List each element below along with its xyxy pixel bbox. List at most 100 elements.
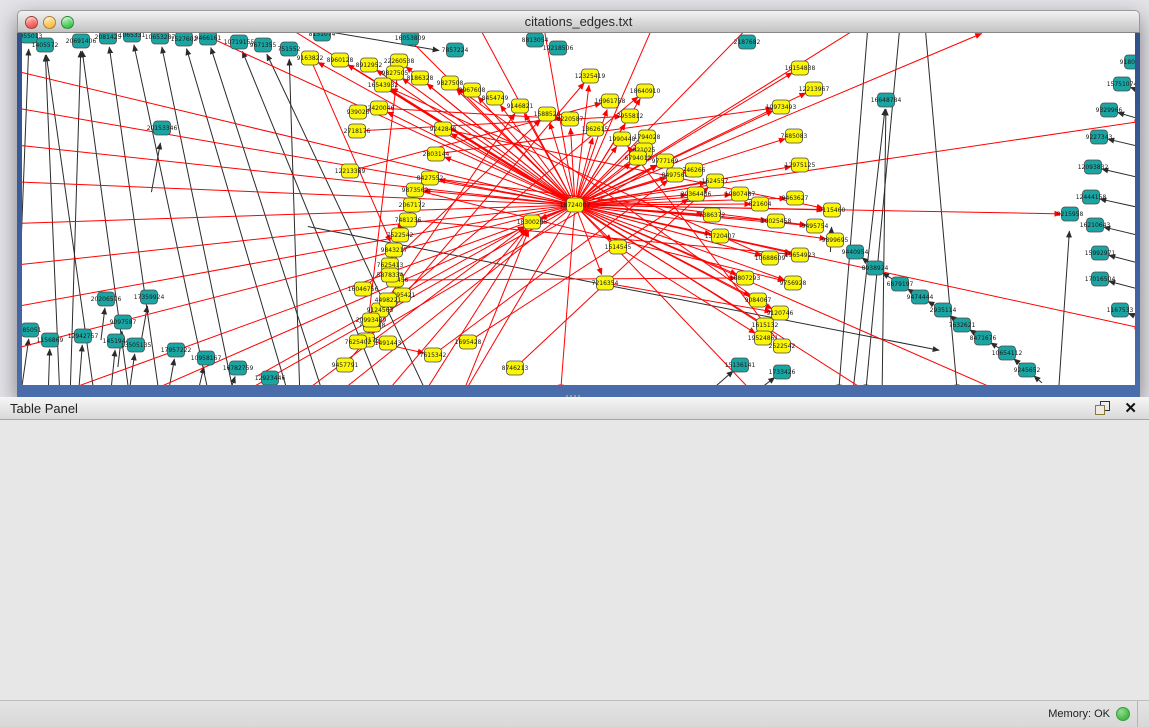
network-node[interactable]: 7386372 xyxy=(699,208,726,222)
network-node[interactable]: 821604 xyxy=(749,197,772,211)
network-node[interactable]: 1167533 xyxy=(1107,303,1134,317)
close-window-icon[interactable] xyxy=(25,16,38,29)
network-node[interactable]: 8912952 xyxy=(356,58,383,72)
network-node[interactable]: 12213389 xyxy=(335,164,366,178)
network-edge xyxy=(576,85,589,197)
network-node[interactable]: 10654112 xyxy=(992,346,1023,360)
network-node[interactable]: 7857224 xyxy=(442,43,469,57)
network-node[interactable]: 9463627 xyxy=(782,191,809,205)
network-node[interactable]: 16154838 xyxy=(785,61,816,75)
network-node[interactable]: 8131074 xyxy=(309,33,336,41)
network-node[interactable]: 16046756 xyxy=(348,282,379,296)
svg-text:7625402: 7625402 xyxy=(345,339,372,346)
network-node[interactable]: 9180224 xyxy=(1120,55,1135,69)
network-node[interactable]: 1695428 xyxy=(455,335,482,349)
network-node[interactable]: 9227343 xyxy=(1086,130,1113,144)
network-node[interactable]: 8746213 xyxy=(502,361,529,375)
svg-text:8427552: 8427552 xyxy=(417,175,444,182)
network-node[interactable]: 8454749 xyxy=(482,91,509,105)
svg-text:9180224: 9180224 xyxy=(1120,59,1135,66)
zoom-window-icon[interactable] xyxy=(61,16,74,29)
network-node[interactable]: 7485083 xyxy=(781,129,808,143)
svg-text:9115460: 9115460 xyxy=(819,207,846,214)
network-node[interactable]: 585051 xyxy=(22,323,42,337)
network-node[interactable]: 1156869 xyxy=(37,333,64,347)
network-node[interactable]: 7216354 xyxy=(592,276,619,290)
network-node[interactable]: 9329966 xyxy=(1096,103,1123,117)
close-panel-icon[interactable]: ✕ xyxy=(1124,401,1137,416)
network-edge xyxy=(101,308,105,340)
network-node[interactable]: 15751074 xyxy=(1107,77,1135,91)
minimize-window-icon[interactable] xyxy=(43,16,56,29)
network-node[interactable]: 9457791 xyxy=(332,358,359,372)
network-node[interactable]: 7615342 xyxy=(420,348,447,362)
network-frame: 2055013140557220691406208142510653311065… xyxy=(17,33,1140,397)
network-node[interactable]: 6879197 xyxy=(887,277,914,291)
network-node[interactable]: 10025458 xyxy=(761,214,792,228)
network-node[interactable]: 16210643 xyxy=(1080,218,1111,232)
network-node[interactable]: 8471676 xyxy=(970,331,997,345)
network-canvas[interactable]: 2055013140557220691406208142510653311065… xyxy=(22,33,1135,385)
network-node[interactable]: 9245652 xyxy=(1014,363,1041,377)
network-node[interactable]: 939026 xyxy=(347,105,370,119)
network-node[interactable]: 2718176 xyxy=(344,124,371,138)
network-node[interactable]: 9495754 xyxy=(802,219,829,233)
network-node[interactable]: 9115460 xyxy=(819,203,846,217)
network-node[interactable]: 16053809 xyxy=(395,33,426,45)
network-node[interactable]: 2803144 xyxy=(423,147,450,161)
network-edge xyxy=(111,350,115,385)
network-node[interactable]: 746266 xyxy=(683,163,706,177)
network-node[interactable]: 15136141 xyxy=(725,358,756,372)
network-node[interactable]: 16648784 xyxy=(871,93,902,107)
svg-text:9474444: 9474444 xyxy=(907,294,934,301)
status-bar: Memory: OK xyxy=(0,700,1149,727)
network-node[interactable]: 10958167 xyxy=(191,351,222,365)
network-node[interactable]: 1794028 xyxy=(634,130,661,144)
network-node[interactable]: 9097587 xyxy=(110,315,137,329)
network-node[interactable]: 19654923 xyxy=(785,248,816,262)
network-node[interactable]: 7481236 xyxy=(395,213,422,227)
svg-text:9777169: 9777169 xyxy=(652,158,679,165)
network-node[interactable]: 18640910 xyxy=(630,84,661,98)
network-node[interactable]: 7522542 xyxy=(387,228,414,242)
network-view-window: citations_edges.txt 20550131405572206914… xyxy=(17,10,1140,397)
network-node[interactable]: 12444158 xyxy=(1076,190,1107,204)
network-node[interactable]: 9440954 xyxy=(842,245,869,259)
cytoscape-app: citations_edges.txt 20550131405572206914… xyxy=(0,0,1149,727)
network-node[interactable]: 8215958 xyxy=(1057,207,1084,221)
network-node[interactable]: 9146821 xyxy=(507,99,534,113)
network-node[interactable]: 9466161 xyxy=(195,33,222,45)
svg-text:18807293: 18807293 xyxy=(730,275,761,282)
window-titlebar[interactable]: citations_edges.txt xyxy=(17,10,1140,33)
float-panel-icon[interactable] xyxy=(1095,401,1110,416)
svg-text:9495754: 9495754 xyxy=(802,223,829,230)
network-node[interactable]: 17016504 xyxy=(1085,272,1116,286)
network-node[interactable]: 12093832 xyxy=(1078,160,1109,174)
network-node[interactable]: 7632621 xyxy=(949,318,976,332)
svg-text:2967608: 2967608 xyxy=(459,87,486,94)
svg-text:10654112: 10654112 xyxy=(992,350,1023,357)
network-node[interactable]: 20153346 xyxy=(147,121,178,135)
svg-text:8215958: 8215958 xyxy=(1057,211,1084,218)
svg-text:8746213: 8746213 xyxy=(502,365,529,372)
svg-text:7615342: 7615342 xyxy=(420,352,447,359)
network-node[interactable]: 17359924 xyxy=(134,290,165,304)
network-node[interactable]: 9899695 xyxy=(822,233,849,247)
network-edge xyxy=(571,128,575,197)
network-node[interactable]: 751552 xyxy=(278,42,301,56)
network-node[interactable]: 2081425 xyxy=(95,33,122,44)
svg-text:20153346: 20153346 xyxy=(147,125,178,132)
network-node[interactable]: 2187682 xyxy=(734,35,761,49)
network-node[interactable]: 15992971 xyxy=(1085,246,1116,260)
network-node[interactable]: 1065331 xyxy=(119,33,146,42)
network-node[interactable]: 1733426 xyxy=(769,365,796,379)
network-node[interactable]: 17957222 xyxy=(161,343,192,357)
network-node[interactable]: 16961758 xyxy=(595,94,626,108)
svg-text:10688609: 10688609 xyxy=(755,255,786,262)
network-node[interactable]: 8938924 xyxy=(862,261,889,275)
network-node[interactable]: 12325419 xyxy=(575,69,606,83)
network-node[interactable]: 20691406 xyxy=(66,34,97,48)
network-node[interactable]: 9756928 xyxy=(780,276,807,290)
network-edge xyxy=(882,109,886,385)
network-node[interactable]: 8186328 xyxy=(407,71,434,85)
